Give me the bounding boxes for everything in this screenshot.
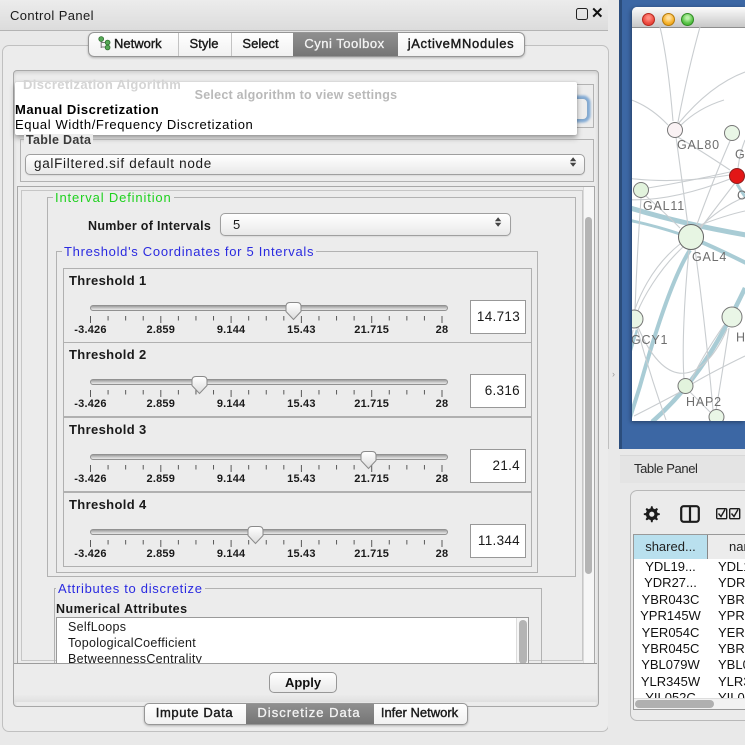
svg-text:GA: GA xyxy=(735,148,745,162)
svg-text:HAP2: HAP2 xyxy=(686,395,722,409)
svg-text:C: C xyxy=(737,189,745,203)
svg-text:GAL4: GAL4 xyxy=(692,250,727,264)
svg-text:GCY1: GCY1 xyxy=(632,333,668,347)
svg-text:H: H xyxy=(736,331,745,345)
svg-text:GAL11: GAL11 xyxy=(643,199,685,213)
svg-text:GAL80: GAL80 xyxy=(677,138,720,152)
